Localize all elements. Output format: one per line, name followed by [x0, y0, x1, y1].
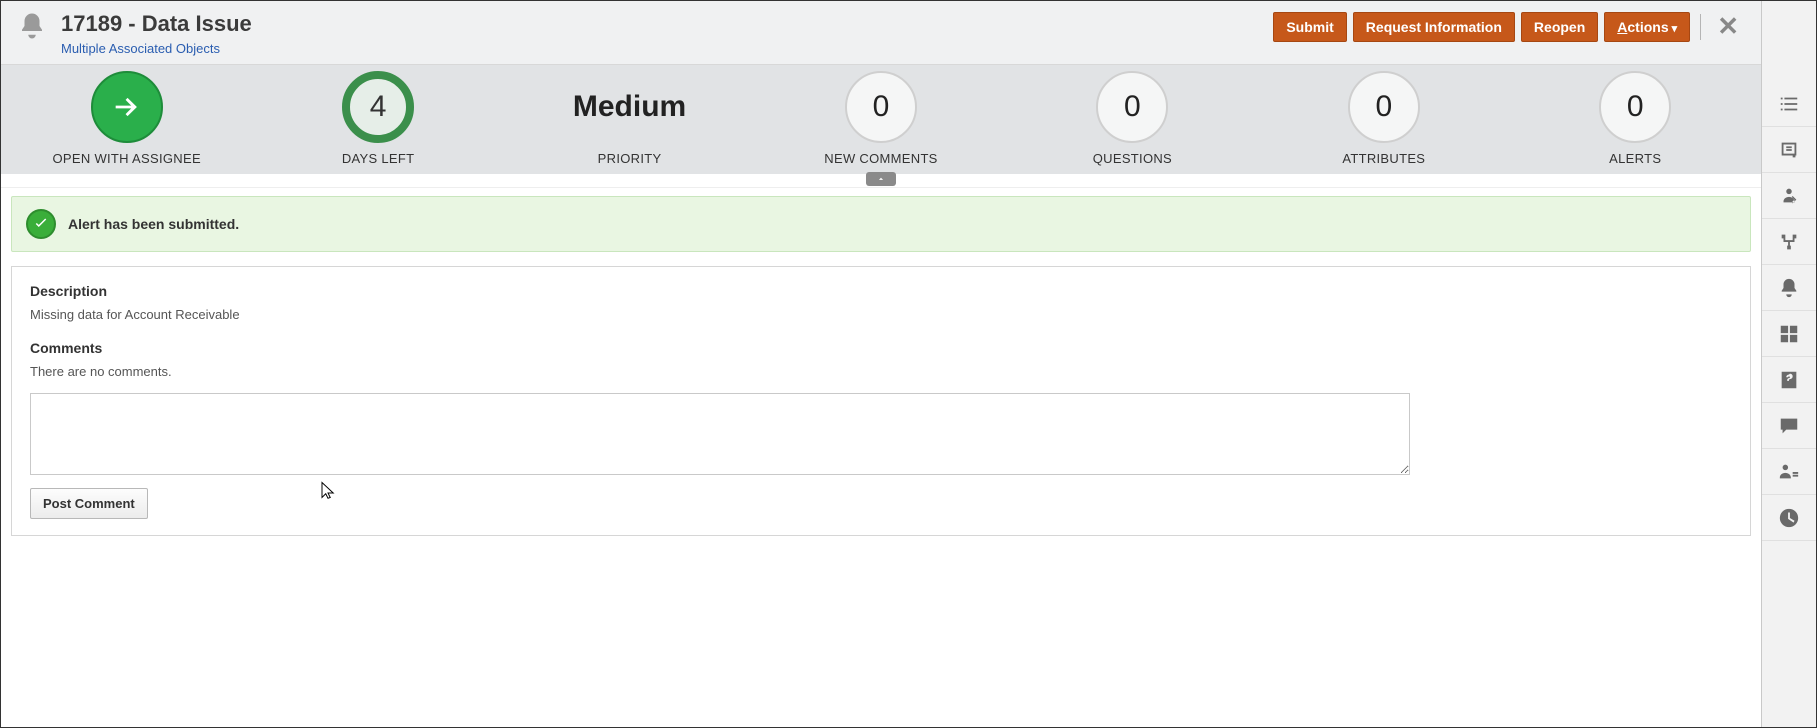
- stat-label: NEW COMMENTS: [824, 151, 937, 166]
- collapse-bar: [1, 174, 1761, 188]
- post-comment-button[interactable]: Post Comment: [30, 488, 148, 519]
- assignee-icon[interactable]: [1762, 173, 1816, 219]
- alert-icon: [17, 11, 47, 44]
- new-comments-value: 0: [845, 71, 917, 143]
- days-left-value: 4: [342, 71, 414, 143]
- stat-days-left: 4 DAYS LEFT: [262, 71, 493, 166]
- info-icon[interactable]: [1762, 127, 1816, 173]
- stats-band: OPEN WITH ASSIGNEE 4 DAYS LEFT Medium PR…: [1, 65, 1761, 174]
- arrow-right-icon: [91, 71, 163, 143]
- stat-priority: Medium PRIORITY: [514, 71, 745, 166]
- stat-new-comments: 0 NEW COMMENTS: [765, 71, 996, 166]
- right-toolbar: [1762, 1, 1816, 727]
- questions-value: 0: [1096, 71, 1168, 143]
- bell-icon[interactable]: [1762, 265, 1816, 311]
- alerts-value: 0: [1599, 71, 1671, 143]
- reopen-button[interactable]: Reopen: [1521, 12, 1598, 42]
- actions-dropdown[interactable]: Actions: [1604, 12, 1690, 42]
- page-header: 17189 - Data Issue Multiple Associated O…: [1, 1, 1761, 65]
- stat-label: OPEN WITH ASSIGNEE: [52, 151, 200, 166]
- no-comments-text: There are no comments.: [30, 364, 1732, 379]
- separator: [1700, 14, 1701, 40]
- stat-label: ALERTS: [1609, 151, 1661, 166]
- comment-icon[interactable]: [1762, 403, 1816, 449]
- clock-icon[interactable]: [1762, 495, 1816, 541]
- stat-label: DAYS LEFT: [342, 151, 415, 166]
- stat-attributes: 0 ATTRIBUTES: [1268, 71, 1499, 166]
- grid-icon[interactable]: [1762, 311, 1816, 357]
- stat-open-with-assignee: OPEN WITH ASSIGNEE: [11, 71, 242, 166]
- description-text: Missing data for Account Receivable: [30, 307, 1732, 322]
- close-icon[interactable]: ✕: [1711, 11, 1745, 42]
- workflow-icon[interactable]: [1762, 219, 1816, 265]
- comment-input[interactable]: [30, 393, 1410, 475]
- attributes-value: 0: [1348, 71, 1420, 143]
- content-card: Description Missing data for Account Rec…: [11, 266, 1751, 536]
- associated-objects-link[interactable]: Multiple Associated Objects: [61, 41, 1259, 56]
- collapse-toggle[interactable]: [866, 172, 896, 186]
- page-title: 17189 - Data Issue: [61, 11, 1259, 37]
- stat-alerts: 0 ALERTS: [1520, 71, 1751, 166]
- user-icon[interactable]: [1762, 449, 1816, 495]
- stat-label: QUESTIONS: [1093, 151, 1172, 166]
- check-icon: [26, 209, 56, 239]
- comments-heading: Comments: [30, 340, 1732, 356]
- stat-label: PRIORITY: [598, 151, 662, 166]
- list-icon[interactable]: [1762, 81, 1816, 127]
- request-information-button[interactable]: Request Information: [1353, 12, 1515, 42]
- description-heading: Description: [30, 283, 1732, 299]
- banner-message: Alert has been submitted.: [68, 216, 239, 232]
- success-banner: Alert has been submitted.: [11, 196, 1751, 252]
- priority-value: Medium: [573, 71, 686, 143]
- submit-button[interactable]: Submit: [1273, 12, 1346, 42]
- stat-questions: 0 QUESTIONS: [1017, 71, 1248, 166]
- stat-label: ATTRIBUTES: [1342, 151, 1425, 166]
- help-icon[interactable]: [1762, 357, 1816, 403]
